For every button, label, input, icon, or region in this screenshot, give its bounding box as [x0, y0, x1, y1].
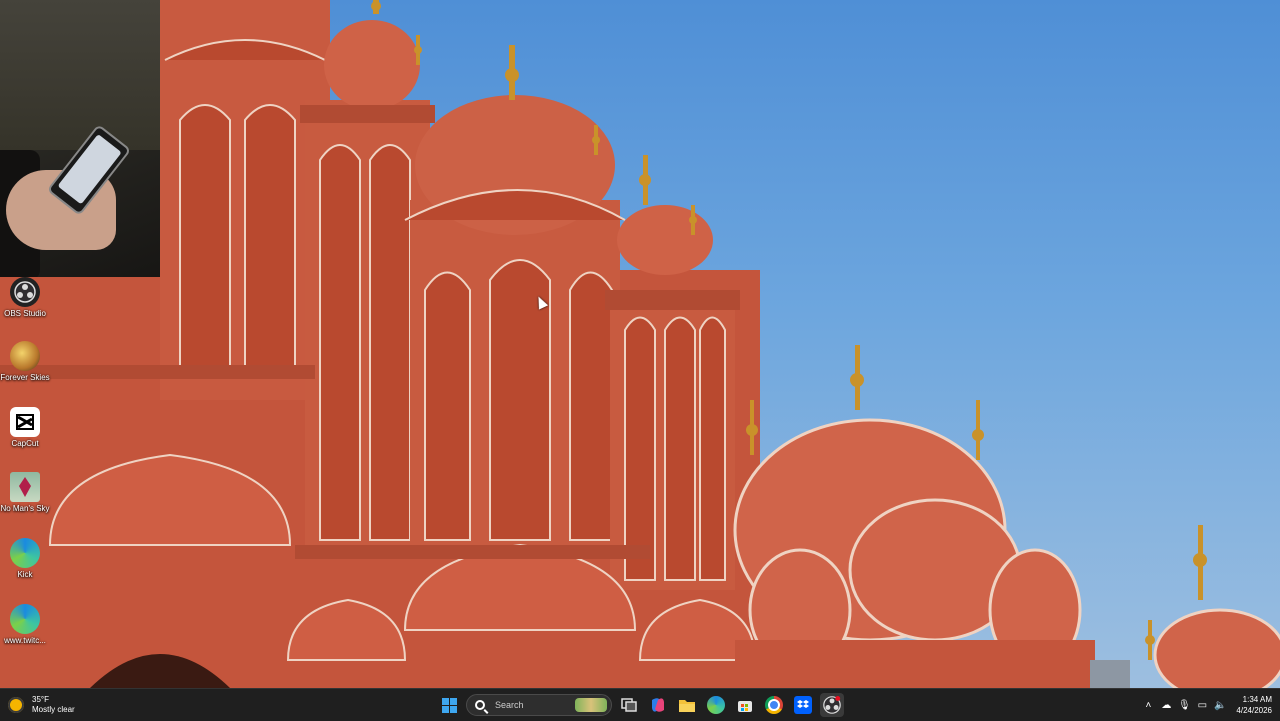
copilot-icon	[652, 698, 664, 712]
no-mans-sky-icon	[10, 472, 40, 502]
start-button[interactable]	[437, 693, 461, 717]
desktop-icon-label: www.twitc...	[4, 636, 46, 645]
system-tray: ˄ ☁ 🎙 ▭ 🔈 1:34 AM 4/24/2026	[1140, 689, 1280, 721]
chevron-up-icon[interactable]: ˄	[1140, 697, 1156, 713]
desktop-icon-kick[interactable]: Kick	[0, 538, 50, 579]
desktop-icon-label: Forever Skies	[0, 373, 50, 382]
desktop-icon-forever-skies[interactable]: Forever Skies	[0, 341, 50, 382]
desktop-icon-twitch[interactable]: www.twitc...	[0, 604, 50, 645]
weather-moon-icon	[8, 697, 24, 713]
obs-taskbar-icon	[823, 696, 841, 714]
file-explorer-button[interactable]	[675, 693, 699, 717]
webcam-overlay	[0, 0, 160, 277]
desktop[interactable]: OBS Studio Forever Skies CapCut No Man's…	[0, 0, 1280, 688]
clock[interactable]: 1:34 AM 4/24/2026	[1236, 694, 1272, 716]
forever-skies-icon	[10, 341, 40, 371]
network-icon[interactable]: ▭	[1194, 697, 1210, 713]
search-highlight-icon	[575, 698, 607, 712]
task-view-button[interactable]	[617, 693, 641, 717]
desktop-icon-no-mans-sky[interactable]: No Man's Sky	[0, 472, 50, 513]
desktop-icon-label: CapCut	[11, 439, 39, 448]
edge-icon	[707, 696, 725, 714]
clock-date: 4/24/2026	[1236, 706, 1272, 715]
microsoft-store-button[interactable]	[733, 693, 757, 717]
microphone-icon[interactable]: 🎙	[1176, 697, 1192, 713]
start-icon	[441, 697, 457, 713]
taskbar-center	[437, 693, 844, 717]
chrome-icon	[765, 696, 783, 714]
copilot-button[interactable]	[646, 693, 670, 717]
dropbox-button[interactable]	[791, 693, 815, 717]
desktop-icon-label: No Man's Sky	[0, 504, 50, 513]
search-icon	[475, 700, 485, 710]
desktop-icon-obs[interactable]: OBS Studio	[0, 277, 50, 318]
edge-shortcut-icon	[10, 604, 40, 634]
taskbar: 35°F Mostly clear Search ˄ ☁ 🎙 ▭ 🔈 1:34 …	[0, 688, 1280, 721]
search-input[interactable]	[493, 699, 577, 711]
clock-time: 1:34 AM	[1242, 695, 1272, 704]
desktop-icon-capcut[interactable]: CapCut	[0, 407, 50, 448]
obs-taskbar-button[interactable]	[820, 693, 844, 717]
weather-condition: Mostly clear	[32, 705, 75, 714]
capcut-icon	[10, 407, 40, 437]
volume-icon[interactable]: 🔈	[1212, 697, 1228, 713]
cloud-icon[interactable]: ☁	[1158, 697, 1174, 713]
weather-temp: 35°F	[32, 695, 49, 704]
task-view-icon	[621, 698, 637, 712]
wallpaper-palace	[0, 0, 1280, 688]
file-explorer-icon	[679, 700, 695, 712]
taskbar-search[interactable]	[466, 694, 612, 716]
obs-icon	[10, 277, 40, 307]
desktop-icon-label: Kick	[17, 570, 33, 579]
edge-shortcut-icon	[10, 538, 40, 568]
desktop-icon-label: OBS Studio	[4, 309, 46, 318]
dropbox-icon	[794, 696, 812, 714]
microsoft-store-icon	[738, 701, 752, 712]
edge-button[interactable]	[704, 693, 728, 717]
weather-widget[interactable]: 35°F Mostly clear	[8, 691, 75, 719]
chrome-button[interactable]	[762, 693, 786, 717]
